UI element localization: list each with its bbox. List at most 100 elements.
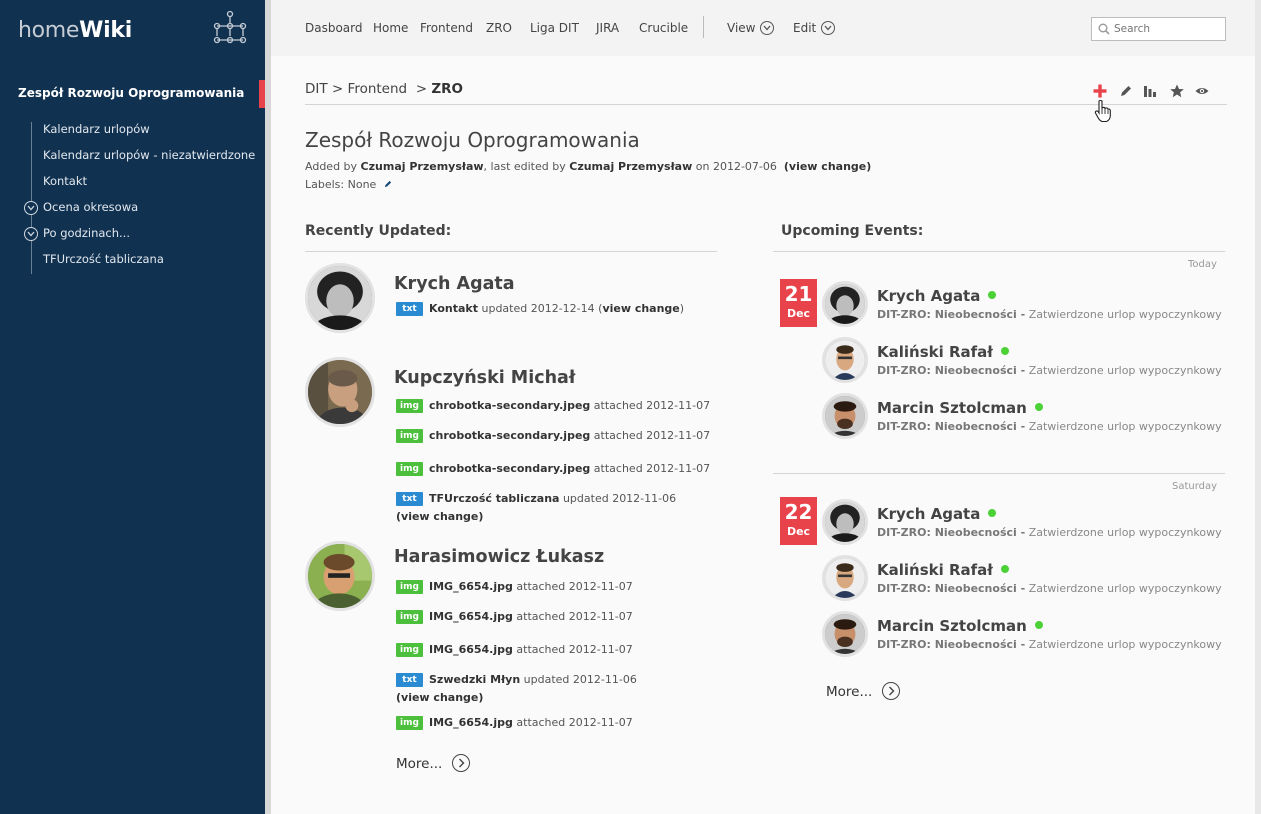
online-status-dot bbox=[1034, 621, 1043, 629]
update-title-link[interactable]: IMG_6654.jpg bbox=[429, 580, 513, 593]
day-divider bbox=[773, 473, 1225, 474]
update-action: updated 2012-11-06 bbox=[562, 492, 677, 505]
event-person-name[interactable]: Kaliński Rafał bbox=[877, 561, 1009, 579]
breadcrumb-dit[interactable]: DIT bbox=[305, 81, 328, 97]
page-labels: Labels: None bbox=[305, 178, 393, 191]
update-title-link[interactable]: chrobotka-secondary.jpeg bbox=[429, 399, 590, 412]
nav-dashboard[interactable]: Dasboard bbox=[305, 21, 363, 35]
update-title-link[interactable]: chrobotka-secondary.jpeg bbox=[429, 462, 590, 475]
nav-zro[interactable]: ZRO bbox=[486, 21, 512, 35]
author-link[interactable]: Czumaj Przemysław bbox=[361, 160, 484, 173]
update-title-link[interactable]: chrobotka-secondary.jpeg bbox=[429, 429, 590, 442]
event-description: DIT-ZRO: Nieobecności - Zatwierdzone url… bbox=[877, 308, 1222, 321]
event-description: DIT-ZRO: Nieobecności - Zatwierdzone url… bbox=[877, 582, 1222, 595]
date-badge: 22 Dec bbox=[780, 497, 817, 545]
view-menu[interactable]: View bbox=[727, 21, 775, 35]
update-title-link[interactable]: IMG_6654.jpg bbox=[429, 716, 513, 729]
upcoming-events-heading: Upcoming Events: bbox=[781, 223, 924, 239]
nav-jira[interactable]: JIRA bbox=[596, 21, 619, 35]
update-action: attached 2012-11-07 bbox=[516, 610, 633, 623]
eye-icon[interactable] bbox=[1194, 83, 1210, 99]
editor-link[interactable]: Czumaj Przemysław bbox=[569, 160, 692, 173]
events-more-button[interactable]: More... bbox=[826, 682, 901, 700]
upcoming-events-divider bbox=[773, 251, 1225, 252]
event-space-link[interactable]: DIT-ZRO: Nieobecności - bbox=[877, 420, 1025, 433]
recent-more-button[interactable]: More... bbox=[396, 754, 471, 772]
expand-ocena-icon[interactable] bbox=[24, 201, 38, 215]
event-person-name[interactable]: Marcin Sztolcman bbox=[877, 617, 1043, 635]
event-person-name[interactable]: Kaliński Rafał bbox=[877, 343, 1009, 361]
star-icon[interactable] bbox=[1169, 83, 1185, 99]
top-nav: Dasboard Home Frontend ZRO Liga DIT JIRA… bbox=[271, 0, 1255, 56]
update-action: attached 2012-11-07 bbox=[593, 399, 711, 412]
breadcrumb-sep: > bbox=[415, 81, 428, 97]
sidebar-space-title[interactable]: Zespół Rozwoju Oprogramowania bbox=[18, 86, 244, 100]
event-avatar[interactable] bbox=[822, 555, 868, 601]
breadcrumb-frontend[interactable]: Frontend bbox=[348, 81, 408, 97]
search-input[interactable] bbox=[1114, 21, 1219, 37]
event-space-link[interactable]: DIT-ZRO: Nieobecności - bbox=[877, 308, 1025, 321]
sidebar-item-po-godzinach[interactable]: Po godzinach... bbox=[43, 226, 130, 240]
update-title-link[interactable]: TFUrczość tabliczana bbox=[429, 492, 559, 505]
avatar[interactable] bbox=[305, 541, 375, 611]
event-space-link[interactable]: DIT-ZRO: Nieobecności - bbox=[877, 364, 1025, 377]
event-name-text: Marcin Sztolcman bbox=[877, 617, 1027, 635]
sidebar-item-kalendarz-niezatwierdzone[interactable]: Kalendarz urlopów - niezatwierdzone bbox=[43, 148, 255, 162]
nav-crucible[interactable]: Crucible bbox=[639, 21, 688, 35]
event-person-name[interactable]: Krych Agata bbox=[877, 505, 997, 523]
edit-date: on 2012-07-06 bbox=[695, 160, 777, 173]
avatar[interactable] bbox=[305, 357, 375, 427]
nav-liga-dit[interactable]: Liga DIT bbox=[530, 21, 579, 35]
search-box[interactable] bbox=[1091, 17, 1226, 41]
event-avatar[interactable] bbox=[822, 337, 868, 383]
view-change-link[interactable]: view change bbox=[602, 302, 679, 315]
update-item: txt TFUrczość tabliczana updated 2012-11-… bbox=[396, 490, 676, 507]
view-change-link[interactable]: (view change) bbox=[784, 160, 871, 173]
event-description: DIT-ZRO: Nieobecności - Zatwierdzone url… bbox=[877, 364, 1222, 377]
sidebar-item-kontakt[interactable]: Kontakt bbox=[43, 174, 87, 188]
sidebar-item-tfurczosc[interactable]: TFUrczość tabliczana bbox=[43, 252, 164, 266]
sidebar-item-ocena[interactable]: Ocena okresowa bbox=[43, 200, 138, 214]
pencil-icon[interactable] bbox=[1118, 83, 1134, 99]
view-change-link[interactable]: (view change) bbox=[396, 691, 483, 704]
breadcrumb-current: ZRO bbox=[431, 81, 463, 97]
update-title-link[interactable]: IMG_6654.jpg bbox=[429, 610, 513, 623]
event-space-link[interactable]: DIT-ZRO: Nieobecności - bbox=[877, 638, 1025, 651]
nav-frontend[interactable]: Frontend bbox=[420, 21, 473, 35]
event-space-link[interactable]: DIT-ZRO: Nieobecności - bbox=[877, 582, 1025, 595]
update-item: txt Szwedzki Młyn updated 2012-11-06 bbox=[396, 671, 637, 688]
paren: ) bbox=[679, 302, 685, 315]
brand-logo[interactable]: homeWiki bbox=[18, 18, 132, 43]
event-avatar[interactable] bbox=[822, 499, 868, 545]
network-icon[interactable] bbox=[211, 10, 249, 46]
event-avatar[interactable] bbox=[822, 611, 868, 657]
bar-chart-icon[interactable] bbox=[1142, 83, 1158, 99]
plus-icon[interactable] bbox=[1092, 83, 1108, 99]
event-avatar[interactable] bbox=[822, 281, 868, 327]
event-space-link[interactable]: DIT-ZRO: Nieobecności - bbox=[877, 526, 1025, 539]
expand-po-godzinach-icon[interactable] bbox=[24, 227, 38, 241]
avatar[interactable] bbox=[305, 263, 375, 333]
sidebar-item-kalendarz[interactable]: Kalendarz urlopów bbox=[43, 122, 150, 136]
person-name[interactable]: Krych Agata bbox=[394, 274, 515, 294]
event-name-text: Krych Agata bbox=[877, 287, 981, 305]
date-day: 22 bbox=[784, 500, 813, 524]
event-person-name[interactable]: Krych Agata bbox=[877, 287, 997, 305]
update-title-link[interactable]: Kontakt bbox=[429, 302, 478, 315]
event-description: DIT-ZRO: Nieobecności - Zatwierdzone url… bbox=[877, 526, 1222, 539]
update-title-link[interactable]: Szwedzki Młyn bbox=[429, 673, 520, 686]
right-gutter bbox=[1255, 0, 1261, 814]
nav-home[interactable]: Home bbox=[373, 21, 408, 35]
person-name[interactable]: Harasimowicz Łukasz bbox=[394, 547, 604, 567]
chevron-down-icon bbox=[760, 21, 775, 35]
update-action: updated 2012-11-06 bbox=[523, 673, 637, 686]
event-avatar[interactable] bbox=[822, 393, 868, 439]
update-title-link[interactable]: IMG_6654.jpg bbox=[429, 643, 513, 656]
event-person-name[interactable]: Marcin Sztolcman bbox=[877, 399, 1043, 417]
edit-menu[interactable]: Edit bbox=[793, 21, 836, 35]
view-change-link[interactable]: (view change) bbox=[396, 510, 483, 523]
person-name[interactable]: Kupczyński Michał bbox=[394, 368, 575, 388]
txt-badge: txt bbox=[396, 492, 423, 506]
edit-labels-icon[interactable] bbox=[383, 179, 393, 189]
date-month: Dec bbox=[786, 525, 811, 538]
